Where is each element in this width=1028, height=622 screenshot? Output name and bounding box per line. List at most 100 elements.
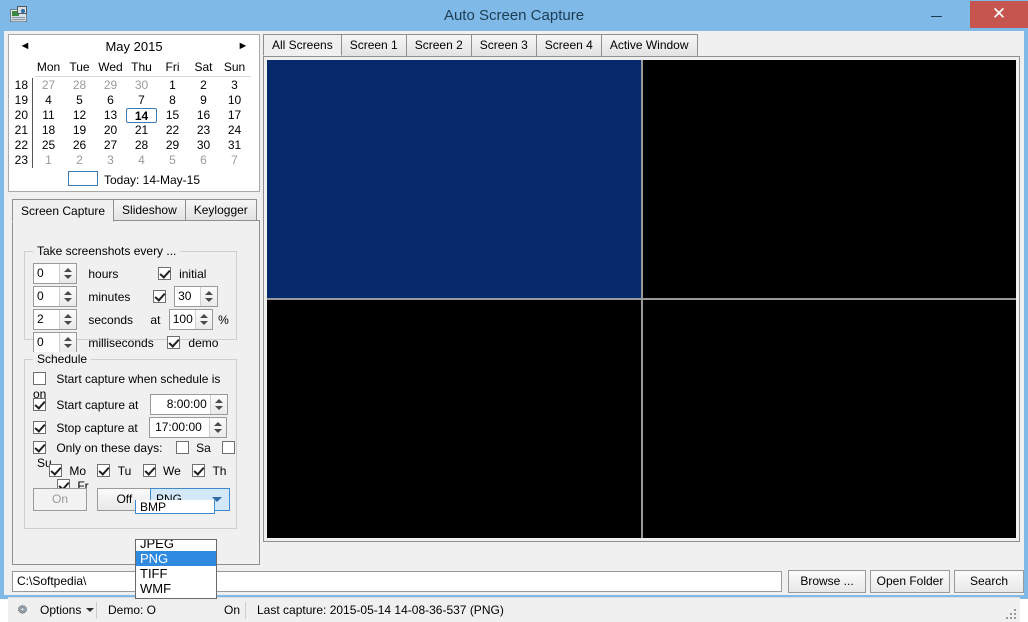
calendar-day[interactable]: 7 [126,93,157,108]
calendar-day[interactable]: 5 [157,153,188,168]
calendar-day[interactable]: 1 [33,153,64,168]
initial-capture-checkbox[interactable] [157,267,171,280]
day-mo-checkbox[interactable] [49,464,62,478]
limit-spinner-arrows[interactable] [200,287,218,306]
seconds-spinner[interactable]: 2 [33,309,77,330]
seconds-spinner-arrows[interactable] [59,310,76,329]
day-su-checkbox[interactable] [222,441,236,455]
calendar-day[interactable]: 3 [95,153,126,168]
options-menu-button[interactable]: Options [32,601,102,620]
calendar-day[interactable]: 13 [95,108,126,123]
calendar-day[interactable]: 11 [33,108,64,123]
tab-slideshow[interactable]: Slideshow [113,199,186,220]
tab-keylogger[interactable]: Keylogger [184,199,257,220]
tab-screen-capture[interactable]: Screen Capture [12,199,115,222]
calendar-day[interactable]: 30 [126,78,157,93]
calendar-day[interactable]: 26 [64,138,95,153]
limit-spinner[interactable]: 30 [174,286,219,307]
schedule-on-button[interactable]: On [33,488,87,511]
screen-4-preview[interactable] [642,300,1016,538]
calendar-day[interactable]: 25 [33,138,64,153]
hours-spinner-arrows[interactable] [59,264,76,283]
calendar-day[interactable]: 2 [188,78,219,93]
calendar-day[interactable]: 27 [95,138,126,153]
close-button[interactable]: ✕ [970,1,1028,28]
open-folder-button[interactable]: Open Folder [870,570,950,593]
stop-time-spinner-arrows[interactable] [209,418,227,437]
dropdown-option-jpeg[interactable]: JPEG [136,540,216,551]
calendar-day[interactable]: 29 [157,138,188,153]
calendar-day[interactable]: 28 [64,78,95,93]
tab-screen-1[interactable]: Screen 1 [340,34,407,56]
screen-2-preview[interactable] [642,60,1016,298]
search-button[interactable]: Search [954,570,1024,593]
image-format-dropdown-clipped[interactable]: BMP [135,500,215,514]
calendar-day[interactable]: 4 [33,93,64,108]
calendar-day[interactable]: 27 [33,78,64,93]
calendar-day[interactable]: 3 [219,78,250,93]
calendar-day[interactable]: 22 [157,123,188,138]
calendar-day[interactable]: 20 [95,123,126,138]
day-we-checkbox[interactable] [142,464,156,478]
dropdown-option-tiff[interactable]: TIFF [136,566,216,581]
calendar-day[interactable]: 29 [95,78,126,93]
start-when-schedule-on-checkbox[interactable] [33,372,46,386]
stop-capture-time-field[interactable]: 17:00:00 [149,417,228,438]
browse-button[interactable]: Browse ... [788,570,866,593]
save-folder-input[interactable]: C:\Softpedia\ [12,571,782,592]
milliseconds-spinner[interactable]: 0 [33,332,77,353]
calendar-day[interactable]: 7 [219,153,250,168]
screen-1-preview[interactable] [267,60,641,298]
minimize-button[interactable] [914,1,958,28]
calendar-month-title[interactable]: May 2015 [9,35,259,59]
dropdown-option-png[interactable]: PNG [136,551,216,566]
resolution-spinner[interactable]: 100 [168,309,213,330]
calendar-day[interactable]: 5 [64,93,95,108]
day-th-checkbox[interactable] [192,464,206,478]
calendar-day[interactable]: 28 [126,138,157,153]
start-capture-checkbox[interactable] [33,398,46,411]
screen-3-preview[interactable] [267,300,641,538]
start-time-spinner-arrows[interactable] [209,395,227,414]
calendar-day[interactable]: 24 [219,123,250,138]
hours-spinner[interactable]: 0 [33,263,77,284]
calendar-day[interactable]: 17 [219,108,250,123]
stop-capture-checkbox[interactable] [33,421,46,434]
only-these-days-checkbox[interactable] [33,441,46,455]
calendar-day[interactable]: 18 [33,123,64,138]
dropdown-option-bmp[interactable]: BMP [136,500,214,513]
calendar-day[interactable]: 23 [188,123,219,138]
milliseconds-spinner-arrows[interactable] [59,333,76,352]
calendar-day[interactable]: 10 [219,93,250,108]
calendar-day[interactable]: 9 [188,93,219,108]
limit-checkbox[interactable] [152,290,166,303]
calendar-day[interactable]: 1 [157,78,188,93]
minutes-spinner-arrows[interactable] [59,287,76,306]
day-sa-checkbox[interactable] [175,441,189,455]
resolution-spinner-arrows[interactable] [194,310,212,329]
calendar-day[interactable]: 4 [126,153,157,168]
tab-screen-2[interactable]: Screen 2 [405,34,472,56]
minutes-spinner[interactable]: 0 [33,286,77,307]
start-capture-time-field[interactable]: 8:00:00 [149,394,228,415]
calendar-next-month-icon[interactable]: ► [237,41,249,53]
calendar-day[interactable]: 2 [64,153,95,168]
tab-screen-3[interactable]: Screen 3 [470,34,537,56]
day-tu-checkbox[interactable] [97,464,111,478]
demo-mode-checkbox[interactable] [167,336,181,349]
calendar-day[interactable]: 19 [64,123,95,138]
calendar-day[interactable]: 21 [126,123,157,138]
tab-all-screens[interactable]: All Screens [263,34,342,56]
calendar-day[interactable]: 30 [188,138,219,153]
tab-screen-4[interactable]: Screen 4 [535,34,602,56]
calendar-day[interactable]: 16 [188,108,219,123]
calendar-day[interactable]: 15 [157,108,188,123]
calendar-day-today[interactable]: 14 [126,108,157,123]
dropdown-option-wmf[interactable]: WMF [136,581,216,596]
calendar-day[interactable]: 12 [64,108,95,123]
calendar-day[interactable]: 8 [157,93,188,108]
calendar-day[interactable]: 31 [219,138,250,153]
image-format-dropdown-list[interactable]: JPEG PNG TIFF WMF [135,539,217,599]
resize-grip[interactable] [1004,607,1016,619]
calendar-day[interactable]: 6 [95,93,126,108]
